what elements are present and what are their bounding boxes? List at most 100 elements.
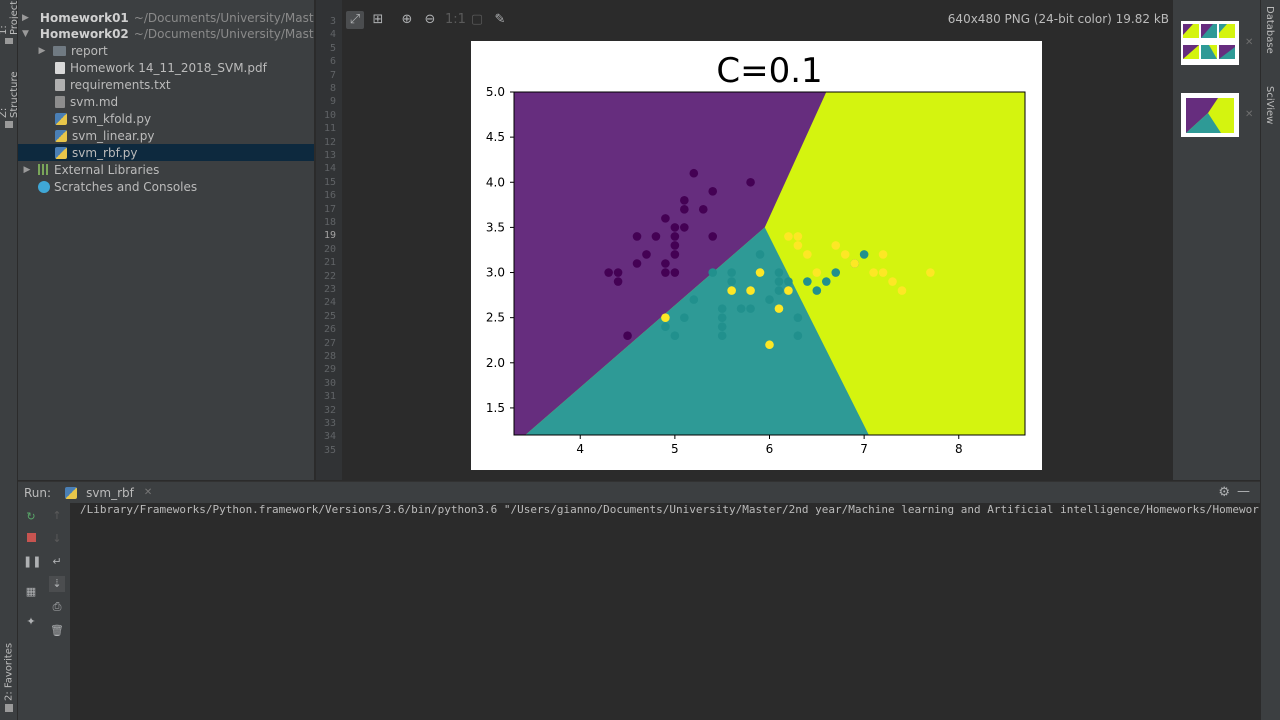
tree-item-scratches[interactable]: Scratches and Consoles	[18, 178, 314, 195]
close-icon[interactable]: ✕	[1245, 109, 1253, 120]
line-number: 27	[323, 337, 336, 349]
scroll-to-end-icon[interactable]: ⇣	[49, 576, 65, 592]
chevron-right-icon[interactable]: ▶	[37, 46, 47, 56]
line-number: 31	[323, 391, 336, 403]
y-tick-label: 3.5	[486, 220, 505, 234]
trash-icon[interactable]: 🗑	[49, 623, 65, 639]
tree-item-label: svm_linear.py	[72, 128, 155, 143]
scatter-point-class-2	[784, 232, 793, 241]
tree-item-homework01[interactable]: ▶ Homework01 ~/Documents/University/Mast…	[18, 9, 314, 26]
scatter-point-class-0	[632, 259, 642, 268]
scatter-point-class-0	[670, 250, 680, 259]
line-number: 33	[323, 418, 336, 429]
y-tick-label: 1.5	[486, 401, 505, 415]
scatter-point-class-2	[878, 250, 888, 259]
scatter-point-class-2	[793, 241, 803, 250]
scatter-point-class-1	[784, 277, 793, 286]
chevron-right-icon[interactable]: ▶	[22, 165, 32, 175]
stop-icon[interactable]	[23, 531, 39, 547]
line-number: 21	[323, 257, 336, 269]
tree-item-svm-kfold[interactable]: svm_kfold.py	[18, 110, 314, 127]
scatter-point-class-1	[689, 295, 699, 304]
arrow-up-icon[interactable]: ↑	[49, 508, 65, 524]
plot-thumbnail-2[interactable]	[1181, 93, 1239, 137]
pin-icon[interactable]: ✦	[23, 614, 39, 630]
plot-thumbnail-1[interactable]	[1181, 21, 1239, 65]
scatter-point-class-2	[840, 250, 850, 259]
zoom-in-icon[interactable]: ⊕	[398, 11, 416, 29]
folder-icon	[53, 45, 66, 56]
scatter-point-class-0	[613, 268, 623, 277]
line-number: 13	[323, 150, 336, 161]
scatter-point-class-0	[680, 205, 689, 214]
scatter-point-class-1	[812, 286, 822, 295]
grid-icon[interactable]: ⊞	[369, 11, 387, 29]
tree-item-report[interactable]: ▶ report	[18, 42, 314, 59]
line-number: 10	[323, 109, 336, 121]
favorites-tool-tab[interactable]: 2: Favorites	[1, 640, 17, 712]
tree-item-label: Homework02	[39, 26, 129, 41]
sciview-toolbar: ⤢ ⊞ ⊕ ⊖ 1:1 ▢ ✎ 640x480 PNG (24-bit colo…	[342, 9, 1173, 31]
tree-item-svm-md[interactable]: svm.md	[18, 93, 314, 110]
arrow-down-icon[interactable]: ↓	[49, 531, 65, 547]
rerun-icon[interactable]: ↻	[23, 509, 39, 525]
favorites-tab-label: 2: Favorites	[3, 642, 15, 701]
x-tick-label: 7	[860, 442, 868, 456]
color-picker-icon[interactable]: ✎	[491, 11, 509, 29]
minimize-icon[interactable]: —	[1237, 484, 1250, 499]
run-label: Run:	[24, 485, 52, 500]
chevron-down-icon[interactable]: ▼	[22, 29, 29, 39]
tree-item-homework02[interactable]: ▼ Homework02 ~/Documents/University/Mast…	[18, 25, 314, 42]
library-icon	[38, 164, 50, 175]
scatter-point-class-0	[642, 250, 651, 259]
line-number: 8	[329, 83, 336, 94]
scatter-point-class-1	[727, 277, 736, 286]
scatter-point-class-0	[661, 259, 670, 268]
zoom-out-icon[interactable]: ⊖	[421, 11, 439, 29]
project-icon	[5, 38, 13, 44]
line-number: 6	[329, 56, 336, 68]
actual-size-icon[interactable]: 1:1	[445, 11, 466, 29]
sciview-tool-tab[interactable]: SciView	[1264, 86, 1275, 124]
tree-item-path: ~/Documents/University/Master/	[133, 10, 314, 25]
scatter-point-class-1	[755, 250, 765, 259]
scatter-point-class-1	[708, 268, 718, 277]
run-tab-svm-rbf[interactable]: svm_rbf ✕	[65, 486, 152, 500]
scatter-point-class-1	[774, 268, 784, 277]
layout-icon[interactable]: ▦	[23, 584, 39, 600]
python-file-icon	[65, 486, 78, 499]
line-number: 28	[323, 351, 336, 362]
y-tick-label: 3.0	[486, 266, 505, 280]
pause-icon[interactable]: ❚❚	[23, 554, 41, 570]
tree-item-external-libraries[interactable]: ▶ External Libraries	[18, 161, 314, 178]
tree-item-requirements[interactable]: requirements.txt	[18, 76, 314, 93]
line-number: 32	[323, 404, 336, 416]
gear-icon[interactable]: ⚙	[1218, 485, 1230, 500]
soft-wrap-icon[interactable]: ↵	[49, 554, 65, 570]
scatter-point-class-0	[670, 268, 680, 277]
database-tool-tab[interactable]: Database	[1264, 6, 1275, 54]
tree-item-svm-rbf[interactable]: svm_rbf.py	[18, 144, 314, 161]
project-tool-tab[interactable]: 1: Project	[0, 0, 20, 44]
tree-item-pdf[interactable]: Homework 14_11_2018_SVM.pdf	[18, 59, 314, 76]
close-icon[interactable]: ✕	[144, 487, 152, 498]
line-number: 12	[323, 136, 336, 148]
tree-item-label: svm.md	[70, 94, 119, 109]
fit-icon[interactable]: ▢	[468, 11, 486, 29]
scatter-point-class-1	[717, 304, 727, 313]
scatter-point-class-0	[670, 241, 680, 250]
scatter-point-class-0	[708, 232, 718, 241]
tree-item-label: Homework01	[39, 10, 129, 25]
scatter-point-class-0	[661, 268, 670, 277]
scatter-point-class-1	[661, 322, 670, 331]
tree-item-svm-linear[interactable]: svm_linear.py	[18, 127, 314, 144]
python-file-icon	[55, 146, 67, 159]
run-console[interactable]: /Library/Frameworks/Python.framework/Ver…	[70, 503, 1260, 720]
y-tick-label: 2.0	[486, 356, 505, 370]
structure-tool-tab[interactable]: Z: Structure	[0, 66, 20, 128]
fit-to-window-icon[interactable]: ⤢	[346, 11, 364, 29]
close-icon[interactable]: ✕	[1245, 37, 1253, 48]
print-icon[interactable]: ⎙	[49, 599, 65, 615]
run-toolbar: ↻ ↑ ↓ ❚❚ ↵ ▦ ⇣ ⎙ ✦ 🗑	[18, 503, 70, 720]
chevron-right-icon[interactable]: ▶	[22, 13, 29, 23]
